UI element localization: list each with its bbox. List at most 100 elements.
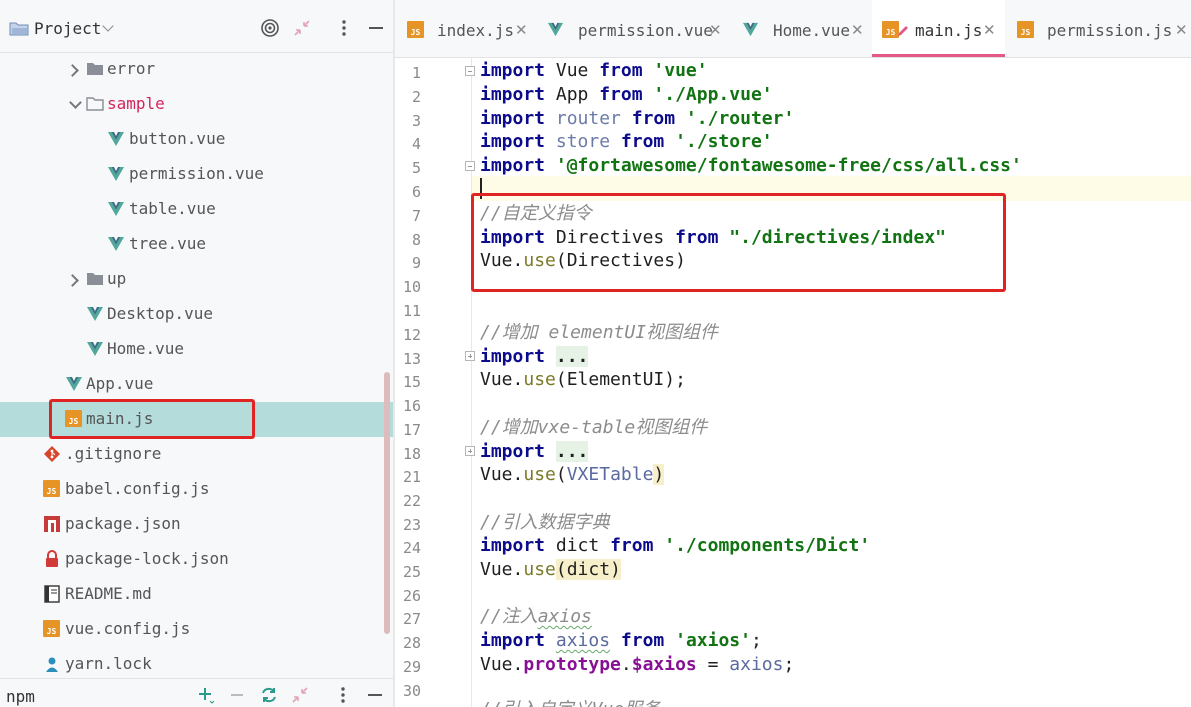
tree-item-sample[interactable]: sample xyxy=(0,87,393,122)
line-number: 29 xyxy=(402,658,421,676)
tab-label: permission.vue xyxy=(578,21,713,40)
tree-item-package-json[interactable]: package.json xyxy=(0,507,393,542)
tree-item-app-vue[interactable]: App.vue xyxy=(0,367,393,402)
tree-item-tree-vue[interactable]: tree.vue xyxy=(0,227,393,262)
js-file-icon: JS xyxy=(43,620,60,637)
collapse-arrows-icon[interactable] xyxy=(291,17,313,39)
more-vertical-icon[interactable] xyxy=(333,17,355,39)
remove-icon[interactable] xyxy=(227,685,247,705)
tree-item-label: up xyxy=(107,269,127,288)
folded-code[interactable]: ... xyxy=(555,441,589,462)
line-number: 6 xyxy=(411,183,421,201)
highlight-box-main-js xyxy=(49,399,255,439)
chevron-right-icon[interactable] xyxy=(66,64,79,77)
line-number: 9 xyxy=(411,254,421,272)
tree-item-home-vue[interactable]: Home.vue xyxy=(0,332,393,367)
tree-item-package-lock-json[interactable]: package-lock.json xyxy=(0,542,393,577)
vue-file-icon xyxy=(108,167,124,181)
tree-item-desktop-vue[interactable]: Desktop.vue xyxy=(0,297,393,332)
pencil-icon xyxy=(898,26,908,36)
tree-item-table-vue[interactable]: table.vue xyxy=(0,192,393,227)
vue-file-icon xyxy=(108,202,124,216)
line-number: 2 xyxy=(411,88,421,106)
tree-scrollbar[interactable] xyxy=(384,372,390,634)
highlight-box-directives xyxy=(471,193,1006,292)
code-line: //注入axios xyxy=(480,606,592,627)
tree-item-button-vue[interactable]: button.vue xyxy=(0,122,393,157)
folder-open-icon xyxy=(86,97,104,111)
tab-index-js[interactable]: JS index.js ✕ xyxy=(395,0,535,57)
tab-label: Home.vue xyxy=(773,21,851,40)
line-number: 13 xyxy=(402,350,421,368)
tree-item-yarn-lock[interactable]: yarn.lock xyxy=(0,647,393,678)
chevron-right-icon[interactable] xyxy=(66,274,79,287)
js-file-icon: JS xyxy=(43,480,60,497)
close-icon[interactable]: ✕ xyxy=(983,21,996,39)
refresh-icon[interactable] xyxy=(259,685,279,705)
add-icon[interactable] xyxy=(196,685,216,705)
vue-file-icon xyxy=(108,132,124,146)
code-editor: JS index.js ✕ permission.vue ✕ Home.vue … xyxy=(395,0,1191,707)
lock-icon xyxy=(46,550,58,567)
tab-main-js[interactable]: JS main.js ✕ xyxy=(872,0,1005,57)
code-line: import Vue from 'vue' xyxy=(480,60,708,81)
tree-item-error[interactable]: error xyxy=(0,52,393,87)
code-line: //引入数据字典 xyxy=(480,512,610,533)
line-number: 1 xyxy=(411,64,421,82)
project-panel: Project error sample button.vue permissi… xyxy=(0,0,393,707)
npm-panel-header: npm xyxy=(0,678,393,707)
vue-file-icon xyxy=(108,237,124,251)
tree-item-readme-md[interactable]: README.md xyxy=(0,577,393,612)
tree-item-gitignore[interactable]: .gitignore xyxy=(0,437,393,472)
tab-label: main.js xyxy=(915,21,983,40)
tree-item-label: error xyxy=(107,59,156,78)
tree-item-vue-config-js[interactable]: JS vue.config.js xyxy=(0,612,393,647)
code-area[interactable]: import Vue from 'vue' import App from '.… xyxy=(480,58,1191,707)
editor-tab-bar: JS index.js ✕ permission.vue ✕ Home.vue … xyxy=(395,0,1191,58)
minimize-icon[interactable] xyxy=(365,17,387,39)
fold-expand-icon[interactable] xyxy=(465,351,475,361)
more-vertical-icon[interactable] xyxy=(333,685,353,705)
tree-item-permission-vue[interactable]: permission.vue xyxy=(0,157,393,192)
line-number: 22 xyxy=(402,492,421,510)
line-number: 30 xyxy=(402,682,421,700)
line-number: 8 xyxy=(411,231,421,249)
npm-icon xyxy=(44,516,60,532)
collapse-arrows-icon[interactable] xyxy=(290,685,310,705)
code-line: import ... xyxy=(480,346,589,367)
tree-item-label: permission.vue xyxy=(129,164,264,183)
folded-code[interactable]: ... xyxy=(555,346,589,367)
line-number: 7 xyxy=(411,207,421,225)
minimize-icon[interactable] xyxy=(365,685,385,705)
close-icon[interactable]: ✕ xyxy=(1175,21,1188,39)
tree-item-label: README.md xyxy=(65,584,152,603)
tab-permission-js[interactable]: JS permission.js ✕ xyxy=(1005,0,1191,57)
fold-expand-icon[interactable] xyxy=(465,446,475,456)
code-line: Vue.prototype.$axios = axios; xyxy=(480,654,795,675)
file-tree: error sample button.vue permission.vue t… xyxy=(0,52,393,678)
line-number: 11 xyxy=(402,302,421,320)
line-number: 10 xyxy=(402,278,421,296)
fold-marker-icon[interactable] xyxy=(465,66,475,76)
fold-marker-icon[interactable] xyxy=(465,161,475,171)
tree-item-up[interactable]: up xyxy=(0,262,393,297)
line-number: 15 xyxy=(402,373,421,391)
tree-item-label: button.vue xyxy=(129,129,226,148)
tab-permission-vue[interactable]: permission.vue ✕ xyxy=(535,0,730,57)
line-number: 24 xyxy=(402,539,421,557)
close-icon[interactable]: ✕ xyxy=(709,21,722,39)
close-icon[interactable]: ✕ xyxy=(515,21,528,39)
project-panel-title[interactable]: Project xyxy=(34,19,101,38)
chevron-down-icon[interactable] xyxy=(69,96,82,109)
chevron-down-icon[interactable] xyxy=(102,20,114,32)
tree-item-babel-config-js[interactable]: JS babel.config.js xyxy=(0,472,393,507)
project-panel-header: Project xyxy=(0,0,393,53)
target-icon[interactable] xyxy=(259,17,281,39)
close-icon[interactable]: ✕ xyxy=(851,21,864,39)
tab-home-vue[interactable]: Home.vue ✕ xyxy=(730,0,870,57)
project-folder-icon xyxy=(9,22,29,36)
folder-icon xyxy=(87,63,103,75)
line-number: 28 xyxy=(402,634,421,652)
code-line: import ... xyxy=(480,441,589,462)
vue-file-icon xyxy=(547,22,564,37)
